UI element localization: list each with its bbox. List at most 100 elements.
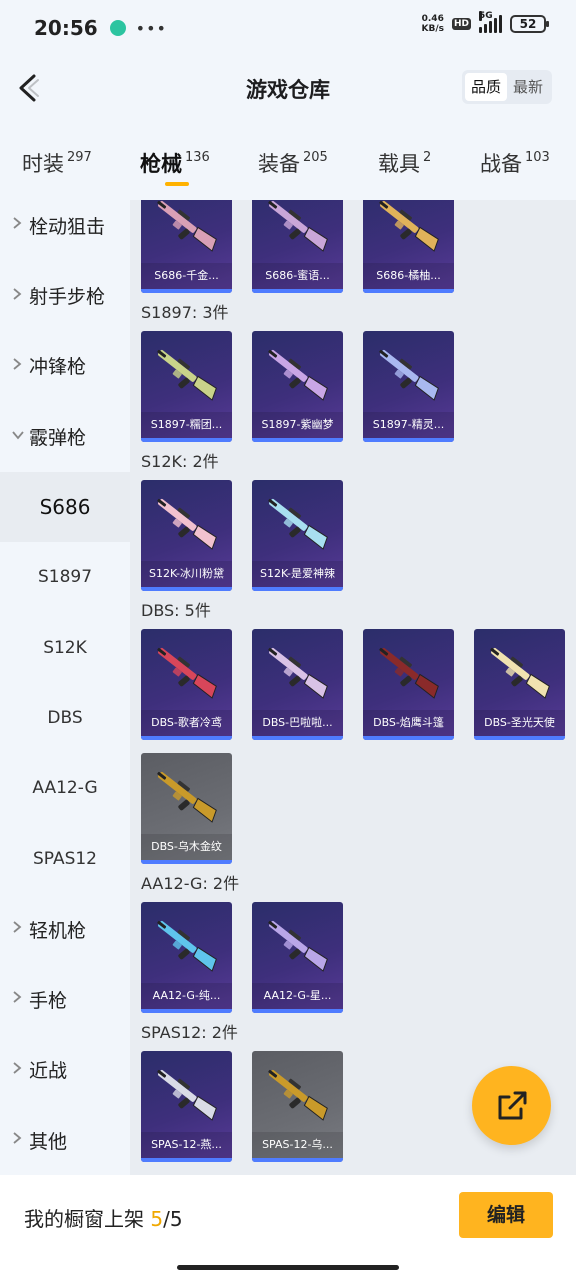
sidebar-label: S12K [43,637,87,658]
tab-fashion[interactable]: 时装 297 [22,148,92,178]
weapon-skin-card[interactable]: DBS-巴啦啦... [252,629,343,740]
weapon-skin-card[interactable]: AA12-G-纯... [141,902,232,1013]
tab-label: 时装 [22,152,64,176]
edit-button[interactable]: 编辑 [459,1192,553,1238]
sidebar-label: 手枪 [29,989,68,1012]
weapon-skin-card[interactable]: S1897-紫幽梦 [252,331,343,442]
weapon-skin-name: DBS-焰鹰斗篷 [363,710,454,736]
sort-option-newest[interactable]: 最新 [507,73,549,101]
weapon-skin-card[interactable]: DBS-乌木金纹 [141,753,232,864]
sidebar-subitem[interactable]: DBS [0,683,130,753]
weapon-image [157,200,217,252]
sidebar-subitem[interactable]: S12K [0,612,130,682]
status-indicators: 0.46 KB/s HD 5G 52 [422,11,549,34]
sidebar-subitem[interactable]: S686 [0,471,130,542]
sidebar-group[interactable]: 冲锋枪 [0,331,130,401]
network-speed-value: 0.46 [421,14,444,24]
status-more: ••• [135,18,167,38]
weapon-skin-card[interactable]: S686-千金... [141,200,232,293]
tab-count: 2 [423,150,432,165]
weapon-skin-name: AA12-G-星... [252,983,343,1009]
chevron-right-icon [12,358,22,374]
sort-option-quality[interactable]: 品质 [464,73,507,101]
weapon-skin-name: SPAS-12-燕... [141,1132,232,1158]
weapon-image [490,647,550,699]
tab-label: 装备 [258,152,300,176]
tab-count: 297 [67,150,92,165]
signal-icon: 5G [479,11,502,33]
sidebar-label: 近战 [29,1060,68,1083]
weapon-skin-card[interactable]: S686-蜜语... [252,200,343,293]
network-speed-unit: KB/s [421,24,444,34]
weapon-skin-card[interactable]: S686-橘柚... [363,200,454,293]
weapon-skin-name: S686-橘柚... [363,263,454,289]
chevron-right-icon [12,1132,22,1148]
weapon-skin-name: S1897-糯团... [141,412,232,438]
weapon-skin-card[interactable]: DBS-圣光天使 [474,629,565,740]
sidebar-subitem[interactable]: AA12-G [0,753,130,823]
share-button[interactable] [472,1066,551,1145]
weapon-skin-name: DBS-巴啦啦... [252,710,343,736]
weapon-image [157,1069,217,1121]
weapon-skin-card[interactable]: SPAS-12-燕... [141,1051,232,1162]
chevron-right-icon [12,1062,22,1078]
weapon-skin-card[interactable]: AA12-G-星... [252,902,343,1013]
network-type: 5G [479,11,493,21]
weapon-image [268,349,328,401]
home-indicator[interactable] [177,1265,399,1270]
weapon-skin-card[interactable]: SPAS-12-乌... [252,1051,343,1162]
status-time: 20:56 [34,16,98,40]
sidebar-label: 霰弹枪 [29,426,87,449]
weapon-skin-card[interactable]: S12K-是爱神辣 [252,480,343,591]
sidebar-subitem[interactable]: SPAS12 [0,824,130,894]
weapon-skin-card[interactable]: S12K-冰川粉黛 [141,480,232,591]
section-title: DBS: 5件 [141,601,211,620]
app-notification-icon [109,20,126,36]
chevron-right-icon [12,921,22,937]
weapon-image [157,349,217,401]
weapon-grid: DBS-歌者冷鸢 DBS-巴啦啦... DBS-焰鹰斗篷 DBS-圣光天使 DBS-乌木… [130,629,576,864]
share-icon [498,1091,526,1119]
sidebar-label: DBS [47,707,83,728]
tab-vehicles[interactable]: 载具 2 [378,148,431,178]
sidebar-group[interactable]: 轻机枪 [0,894,130,964]
tab-count: 136 [185,150,210,165]
weapon-list[interactable]: S686-千金... S686-蜜语... S686-橘柚... S1897: 3件 S… [130,200,576,1175]
weapon-skin-card[interactable]: DBS-焰鹰斗篷 [363,629,454,740]
weapon-image [268,498,328,550]
weapon-skin-name: AA12-G-纯... [141,983,232,1009]
weapon-skin-card[interactable]: DBS-歌者冷鸢 [141,629,232,740]
tab-guns[interactable]: 枪械 136 [140,148,210,178]
sidebar-group[interactable]: 栓动狙击 [0,190,130,260]
sidebar-label: S686 [39,494,91,519]
weapon-skin-name: S12K-是爱神辣 [252,561,343,587]
showcase-total: /5 [163,1207,183,1231]
sidebar-group[interactable]: 射手步枪 [0,260,130,330]
active-tab-indicator [165,182,189,186]
sidebar-group[interactable]: 其他 [0,1105,130,1175]
weapon-skin-name: SPAS-12-乌... [252,1132,343,1158]
battery-icon: 52 [510,15,549,33]
sidebar-label: S1897 [37,567,93,588]
network-speed: 0.46 KB/s [422,14,444,34]
weapon-skin-name: DBS-歌者冷鸢 [141,710,232,736]
weapon-skin-name: DBS-圣光天使 [474,710,565,736]
tab-label: 战备 [480,152,522,176]
weapon-grid: S686-千金... S686-蜜语... S686-橘柚... [130,200,576,293]
tab-supplies[interactable]: 战备 103 [480,148,550,178]
weapon-skin-name: DBS-乌木金纹 [141,834,232,860]
sidebar-group[interactable]: 霰弹枪 [0,401,130,471]
section-title: AA12-G: 2件 [141,874,240,893]
weapon-skin-card[interactable]: S1897-精灵... [363,331,454,442]
sidebar-label: 栓动狙击 [29,215,106,238]
sidebar-subitem[interactable]: S1897 [0,542,130,612]
weapon-skin-name: S1897-紫幽梦 [252,412,343,438]
sidebar-label: 冲锋枪 [29,356,87,379]
weapon-image [157,498,217,550]
tab-equipment[interactable]: 装备 205 [258,148,328,178]
sidebar-group[interactable]: 近战 [0,1035,130,1105]
weapon-skin-card[interactable]: S1897-糯团... [141,331,232,442]
sidebar-group[interactable]: 手枪 [0,964,130,1034]
weapon-image [268,920,328,972]
bottom-bar: 我的橱窗上架 5/5 编辑 [0,1175,576,1280]
